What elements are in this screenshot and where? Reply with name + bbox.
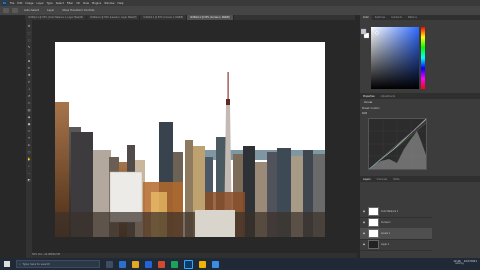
- menu-help[interactable]: Help: [118, 2, 124, 5]
- layer-name: Color Balance 1: [381, 210, 399, 213]
- doc-size: Doc: 24.9M/94.5M: [38, 253, 60, 256]
- curves-graph[interactable]: [368, 118, 427, 170]
- menu-select[interactable]: Select: [56, 2, 64, 5]
- auto-select-target[interactable]: Layer: [45, 9, 56, 12]
- tab-channels[interactable]: Channels: [374, 178, 391, 181]
- watermark: udemy: [455, 262, 464, 265]
- tab-layers[interactable]: Layers: [360, 178, 374, 181]
- eyedropper-tool-icon[interactable]: ✒: [27, 66, 31, 70]
- hue-slider[interactable]: [421, 27, 425, 89]
- menu-edit[interactable]: Edit: [17, 2, 22, 5]
- tab-gradients[interactable]: Gradients: [388, 15, 405, 20]
- layer-name: Layer 1: [381, 243, 390, 246]
- healing-tool-icon[interactable]: ✚: [27, 73, 31, 77]
- chrome-icon[interactable]: [199, 260, 206, 268]
- tab-paths[interactable]: Paths: [390, 178, 402, 181]
- stamp-tool-icon[interactable]: ⊥: [27, 87, 31, 91]
- mail-icon[interactable]: [145, 260, 152, 268]
- properties-tabs: Properties Adjustments: [360, 93, 480, 99]
- properties-title: Curves: [364, 101, 373, 104]
- move-tool-icon[interactable]: ✥: [27, 24, 31, 28]
- more-tools-icon[interactable]: …: [27, 171, 31, 175]
- task-view-icon[interactable]: [106, 260, 113, 268]
- eraser-tool-icon[interactable]: ▭: [27, 101, 31, 105]
- blur-tool-icon[interactable]: ◆: [27, 115, 31, 119]
- file-explorer-icon[interactable]: [132, 260, 139, 268]
- gradient-tool-icon[interactable]: ▥: [27, 108, 31, 112]
- city-skyline-image: [55, 42, 325, 237]
- layer-name: Levels 1: [381, 232, 391, 235]
- windows-taskbar: ⌕ Type here to search 12:46 10/7/2021: [0, 258, 480, 270]
- menu-3d[interactable]: 3D: [76, 2, 80, 5]
- search-icon: ⌕: [19, 262, 21, 266]
- fg-bg-swatches[interactable]: [360, 28, 370, 40]
- zoom-tool-icon[interactable]: ⌕: [27, 164, 31, 168]
- tab-swatches[interactable]: Swatches: [372, 15, 388, 20]
- dodge-tool-icon[interactable]: ●: [27, 122, 31, 126]
- color-panel-tabs: Color Swatches Gradients Patterns: [360, 15, 480, 20]
- type-tool-icon[interactable]: T: [27, 136, 31, 140]
- hand-tool-icon[interactable]: ✋: [27, 157, 31, 161]
- visibility-eye-icon[interactable]: ◉: [362, 232, 366, 235]
- show-transform-controls[interactable]: Show Transform Controls: [60, 9, 96, 12]
- app-icon[interactable]: [212, 260, 219, 268]
- visibility-eye-icon[interactable]: ◉: [362, 221, 366, 224]
- visibility-eye-icon[interactable]: ◉: [362, 210, 366, 213]
- layer-thumbnail: [368, 240, 379, 249]
- photoshop-logo-icon: Ps: [2, 0, 7, 6]
- menu-filter[interactable]: Filter: [67, 2, 73, 5]
- home-icon[interactable]: [3, 8, 9, 13]
- menu-window[interactable]: Window: [104, 2, 114, 5]
- layer-thumbnail: [368, 218, 379, 227]
- crop-tool-icon[interactable]: ⌗: [27, 52, 31, 56]
- tab-adjustments[interactable]: Adjustments: [378, 95, 398, 98]
- photoshop-taskbar-icon[interactable]: [184, 259, 193, 269]
- document-image[interactable]: [55, 42, 325, 237]
- path-select-icon[interactable]: ➤: [27, 143, 31, 147]
- channel-select[interactable]: RGB: [362, 112, 367, 115]
- marquee-tool-icon[interactable]: ⬚: [27, 31, 31, 35]
- menu-type[interactable]: Type: [47, 2, 53, 5]
- tab-properties[interactable]: Properties: [360, 95, 378, 98]
- frame-tool-icon[interactable]: ⊠: [27, 59, 31, 63]
- layer-thumbnail: [368, 207, 379, 216]
- menu-image[interactable]: Image: [25, 2, 33, 5]
- shape-tool-icon[interactable]: ▢: [27, 150, 31, 154]
- windows-start-icon[interactable]: [4, 261, 10, 267]
- edge-icon[interactable]: [119, 260, 126, 268]
- auto-select-checkbox[interactable]: Auto-Select: [22, 9, 41, 12]
- layer-thumbnail: [368, 229, 379, 238]
- search-placeholder: Type here to search: [22, 262, 51, 266]
- menu-file[interactable]: File: [10, 2, 14, 5]
- layers-tabs: Layers Channels Paths: [360, 176, 480, 182]
- menu-layer[interactable]: Layer: [37, 2, 44, 5]
- lasso-tool-icon[interactable]: ◌: [27, 38, 31, 42]
- color-field[interactable]: [371, 27, 419, 89]
- tab-color[interactable]: Color: [360, 15, 372, 20]
- layer-row[interactable]: ◉ Layer 1: [360, 239, 432, 251]
- pen-tool-icon[interactable]: ✑: [27, 129, 31, 133]
- brush-tool-icon[interactable]: ✐: [27, 80, 31, 84]
- zoom-readout[interactable]: 50%: [32, 253, 37, 256]
- move-tool-icon[interactable]: [12, 8, 18, 13]
- preset-select[interactable]: Preset: Custom: [362, 107, 379, 110]
- history-brush-icon[interactable]: ↺: [27, 94, 31, 98]
- visibility-eye-icon[interactable]: ◉: [362, 243, 366, 246]
- menu-plugins[interactable]: Plugins: [92, 2, 101, 5]
- menu-view[interactable]: View: [83, 2, 89, 5]
- tab-patterns[interactable]: Patterns: [405, 15, 420, 20]
- office-icon[interactable]: [158, 260, 165, 268]
- spotify-icon[interactable]: [171, 260, 178, 268]
- layer-name: Curves 1: [381, 221, 391, 224]
- clock-date[interactable]: 10/7/2021: [464, 260, 477, 263]
- taskbar-search-input[interactable]: ⌕ Type here to search: [16, 260, 100, 268]
- color-swatch-icon[interactable]: ◩: [27, 178, 31, 182]
- quick-select-tool-icon[interactable]: ✎: [27, 45, 31, 49]
